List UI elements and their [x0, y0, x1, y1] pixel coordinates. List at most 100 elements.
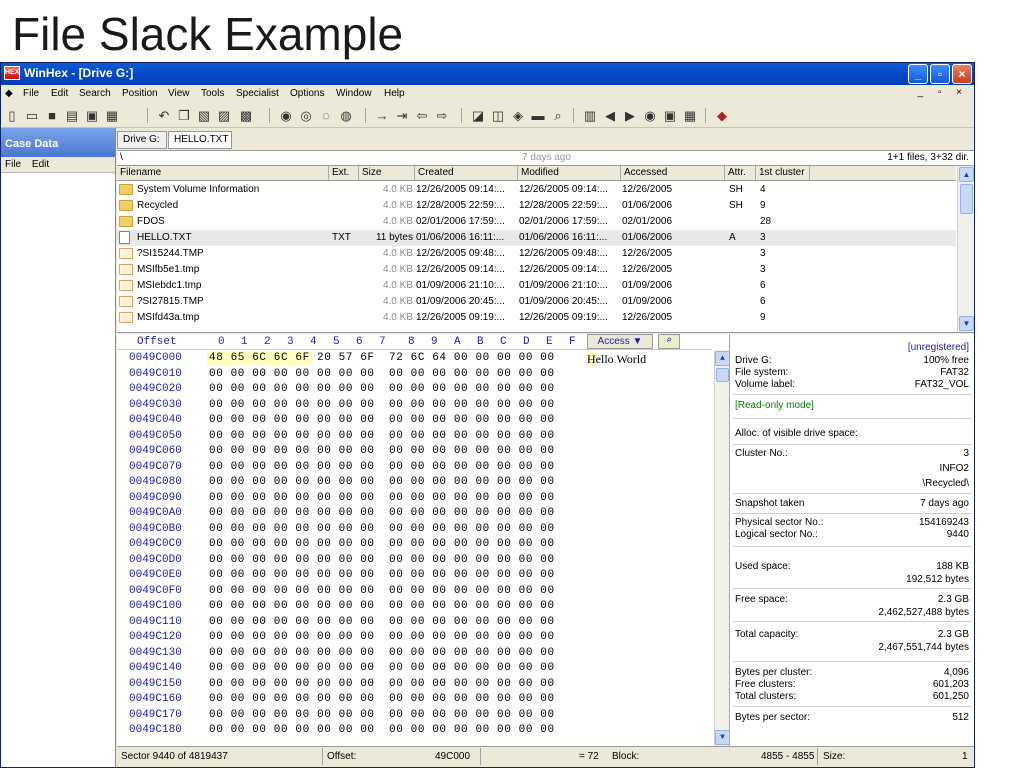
binoculars-icon[interactable]: ◉	[641, 107, 659, 124]
find-text-icon[interactable]: ◉	[277, 107, 295, 124]
hex-row[interactable]: 0049C100 00 00 00 00 00 00 00 00 00 00 00…	[117, 599, 712, 614]
hex-bytes[interactable]: 00 00 00 00 00 00 00 00 00 00 00 00 00 0…	[209, 647, 555, 659]
next-icon[interactable]: ▶	[621, 107, 639, 124]
hex-row[interactable]: 0049C120 00 00 00 00 00 00 00 00 00 00 00…	[117, 630, 712, 645]
find-hex-icon[interactable]: ◎	[297, 107, 315, 124]
hex-bytes[interactable]: 00 00 00 00 00 00 00 00 00 00 00 00 00 0…	[209, 724, 555, 736]
hex-scrollbar[interactable]: ▲ ▼	[714, 350, 730, 746]
save-icon[interactable]: ■	[43, 107, 61, 124]
hex-bytes[interactable]: 00 00 00 00 00 00 00 00 00 00 00 00 00 0…	[209, 554, 555, 566]
menu-view[interactable]: View	[168, 88, 190, 99]
menu-tools[interactable]: Tools	[201, 88, 224, 99]
goto-sector-icon[interactable]: ⇥	[393, 107, 411, 124]
hex-bytes[interactable]: 00 00 00 00 00 00 00 00 00 00 00 00 00 0…	[209, 678, 555, 690]
help-icon[interactable]: ◆	[713, 107, 731, 124]
hex-row[interactable]: 0049C010 00 00 00 00 00 00 00 00 00 00 00…	[117, 367, 712, 382]
title-bar[interactable]: HEX WinHex - [Drive G:] _ ▫ ×	[1, 63, 974, 85]
col-size[interactable]: Size	[359, 166, 415, 181]
hex-row[interactable]: 0049C180 00 00 00 00 00 00 00 00 00 00 00…	[117, 723, 712, 738]
memory-icon[interactable]: ▬	[529, 107, 547, 124]
replace-text-icon[interactable]: ◌	[317, 107, 335, 124]
table-row[interactable]: HELLO.TXT TXT 11 bytes 01/06/2006 16:11:...…	[117, 230, 956, 246]
col-accessed[interactable]: Accessed	[621, 166, 725, 181]
table-row[interactable]: MSIfb5e1.tmp 4.0 KB 12/26/2005 09:14:... 12…	[117, 262, 956, 278]
hex-bytes[interactable]: 00 00 00 00 00 00 00 00 00 00 00 00 00 0…	[209, 414, 555, 426]
menu-window[interactable]: Window	[336, 88, 372, 99]
hex-scroll-up-arrow[interactable]: ▲	[715, 351, 730, 366]
hex-row[interactable]: 0049C110 00 00 00 00 00 00 00 00 00 00 00…	[117, 615, 712, 630]
hex-row[interactable]: 0049C0D0 00 00 00 00 00 00 00 00 00 00 00…	[117, 553, 712, 568]
hex-row[interactable]: 0049C150 00 00 00 00 00 00 00 00 00 00 00…	[117, 677, 712, 692]
hex-bytes[interactable]: 00 00 00 00 00 00 00 00 00 00 00 00 00 0…	[209, 507, 555, 519]
hex-row[interactable]: 0049C0F0 00 00 00 00 00 00 00 00 00 00 00…	[117, 584, 712, 599]
hex-ascii[interactable]: Hello World	[587, 352, 646, 367]
prev-icon[interactable]: ◀	[601, 107, 619, 124]
hex-row[interactable]: 0049C080 00 00 00 00 00 00 00 00 00 00 00…	[117, 475, 712, 490]
hex-row[interactable]: 0049C000 48 65 6C 6C 6F 20 57 6F 72 6C 64…	[117, 351, 712, 366]
menu-position[interactable]: Position	[122, 88, 158, 99]
table-row[interactable]: ?SI27815.TMP 4.0 KB 01/09/2006 20:45:... 01…	[117, 294, 956, 310]
snapshot-icon[interactable]: ▣	[661, 107, 679, 124]
open-disk-icon[interactable]: ▦	[103, 107, 121, 124]
col-filename[interactable]: Filename	[117, 166, 329, 181]
menu-icon[interactable]: ◆	[5, 88, 13, 99]
write-binary-icon[interactable]: ▩	[237, 107, 255, 124]
hex-bytes[interactable]: 00 00 00 00 00 00 00 00 00 00 00 00 00 0…	[209, 585, 555, 597]
menu-options[interactable]: Options	[290, 88, 324, 99]
undo-icon[interactable]: ↶	[155, 107, 173, 124]
hex-bytes[interactable]: 00 00 00 00 00 00 00 00 00 00 00 00 00 0…	[209, 445, 555, 457]
close-button[interactable]: ×	[952, 64, 972, 84]
hex-row[interactable]: 0049C0E0 00 00 00 00 00 00 00 00 00 00 00…	[117, 568, 712, 583]
file-list-scrollbar[interactable]: ▲ ▼	[957, 166, 974, 332]
hex-row[interactable]: 0049C0A0 00 00 00 00 00 00 00 00 00 00 00…	[117, 506, 712, 521]
hex-row[interactable]: 0049C060 00 00 00 00 00 00 00 00 00 00 00…	[117, 444, 712, 459]
table-row[interactable]: MSIfd43a.tmp 4.0 KB 12/26/2005 09:19:... 12…	[117, 310, 956, 326]
tab-drive-g[interactable]: Drive G:	[117, 131, 167, 149]
hex-row[interactable]: 0049C070 00 00 00 00 00 00 00 00 00 00 00…	[117, 460, 712, 475]
table-row[interactable]: FDOS 4.0 KB 02/01/2006 17:59:... 02/01/2006…	[117, 214, 956, 230]
hex-scroll-thumb[interactable]	[716, 368, 729, 382]
menu-search[interactable]: Search	[79, 88, 111, 99]
hex-row[interactable]: 0049C0C0 00 00 00 00 00 00 00 00 00 00 00…	[117, 537, 712, 552]
open-drive-icon[interactable]: ◪	[469, 107, 487, 124]
replace-hex-icon[interactable]: ◍	[337, 107, 355, 124]
hex-bytes[interactable]: 00 00 00 00 00 00 00 00 00 00 00 00 00 0…	[209, 461, 555, 473]
hex-bytes[interactable]: 00 00 00 00 00 00 00 00 00 00 00 00 00 0…	[209, 631, 555, 643]
scroll-down-arrow[interactable]: ▼	[959, 316, 974, 331]
goto-offset-icon[interactable]: →	[373, 107, 391, 124]
hex-scroll-down-arrow[interactable]: ▼	[715, 730, 730, 745]
minimize-button[interactable]: _	[908, 64, 928, 84]
menu-file[interactable]: File	[23, 88, 39, 99]
col-created[interactable]: Created	[415, 166, 518, 181]
ram-editor-icon[interactable]: ◫	[489, 107, 507, 124]
hex-bytes[interactable]: 00 00 00 00 00 00 00 00 00 00 00 00 00 0…	[209, 709, 555, 721]
hex-bytes[interactable]: 00 00 00 00 00 00 00 00 00 00 00 00 00 0…	[209, 523, 555, 535]
col-attr[interactable]: Attr.	[725, 166, 756, 181]
table-row[interactable]: System Volume Information 4.0 KB 12/26/200…	[117, 182, 956, 198]
scroll-thumb[interactable]	[960, 184, 973, 214]
hex-row[interactable]: 0049C0B0 00 00 00 00 00 00 00 00 00 00 00…	[117, 522, 712, 537]
maximize-button[interactable]: ▫	[930, 64, 950, 84]
col-first-cluster[interactable]: 1st cluster	[756, 166, 810, 181]
mdi-window-controls[interactable]: _ ▫ ×	[917, 87, 968, 98]
case-menu-edit[interactable]: Edit	[32, 159, 49, 170]
back-icon[interactable]: ⇦	[413, 107, 431, 124]
hex-bytes[interactable]: 00 00 00 00 00 00 00 00 00 00 00 00 00 0…	[209, 368, 555, 380]
table-row[interactable]: MSIebdc1.tmp 4.0 KB 01/09/2006 21:10:... 01…	[117, 278, 956, 294]
hex-row[interactable]: 0049C050 00 00 00 00 00 00 00 00 00 00 00…	[117, 429, 712, 444]
search-icon[interactable]: ⌕	[549, 107, 567, 124]
hex-bytes[interactable]: 00 00 00 00 00 00 00 00 00 00 00 00 00 0…	[209, 538, 555, 550]
hex-row[interactable]: 0049C130 00 00 00 00 00 00 00 00 00 00 00…	[117, 646, 712, 661]
hex-bytes[interactable]: 00 00 00 00 00 00 00 00 00 00 00 00 00 0…	[209, 476, 555, 488]
table-row[interactable]: ?SI15244.TMP 4.0 KB 12/26/2005 09:48:... 12…	[117, 246, 956, 262]
new-file-icon[interactable]: ▯	[3, 107, 21, 124]
hex-row[interactable]: 0049C020 00 00 00 00 00 00 00 00 00 00 00…	[117, 382, 712, 397]
disk-icon[interactable]: ◈	[509, 107, 527, 124]
table-icon[interactable]: ▦	[681, 107, 699, 124]
scroll-up-arrow[interactable]: ▲	[959, 167, 974, 182]
hex-bytes[interactable]: 00 00 00 00 00 00 00 00 00 00 00 00 00 0…	[209, 430, 555, 442]
case-menu-file[interactable]: File	[5, 159, 21, 170]
case-icon[interactable]: ▥	[581, 107, 599, 124]
hex-bytes[interactable]: 00 00 00 00 00 00 00 00 00 00 00 00 00 0…	[209, 662, 555, 674]
hex-row[interactable]: 0049C030 00 00 00 00 00 00 00 00 00 00 00…	[117, 398, 712, 413]
